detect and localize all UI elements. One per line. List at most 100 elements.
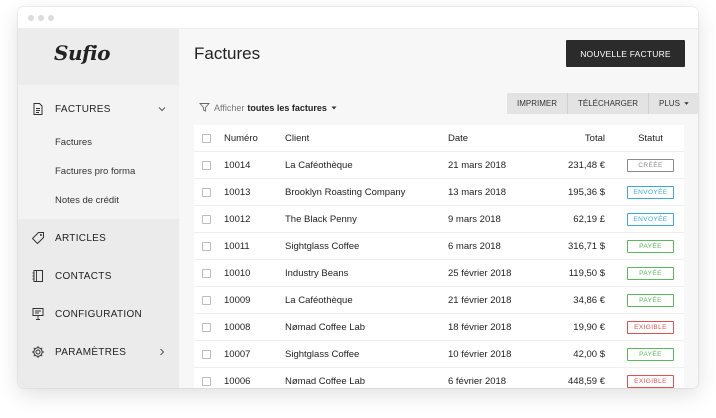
status-badge: EXIGIBLE <box>627 374 674 388</box>
select-all-checkbox[interactable] <box>202 134 211 143</box>
table-row[interactable]: 10014 La Caféothèque 21 mars 2018 231,48 € C… <box>194 152 684 179</box>
invoice-number[interactable]: 10013 <box>224 179 250 206</box>
form-icon <box>32 308 44 320</box>
chevron-right-icon[interactable] <box>157 347 167 357</box>
column-header-client[interactable]: Client <box>285 125 309 152</box>
filter-prefix: Afficher <box>214 102 245 113</box>
submenu-item-factures-pro-forma[interactable]: Factures pro forma <box>55 166 135 177</box>
table-row[interactable]: 10007 Sightglass Coffee 10 février 2018 42,… <box>194 341 684 368</box>
invoice-total: 231,48 € <box>568 160 605 171</box>
invoice-number[interactable]: 10012 <box>224 206 250 233</box>
page-title: Factures <box>194 44 261 63</box>
table-row[interactable]: 10009 La Caféothèque 21 février 2018 34,86 … <box>194 287 684 314</box>
action-button-group: IMPRIMER TÉLÉCHARGER PLUS <box>507 93 698 114</box>
caret-down-icon <box>684 102 689 105</box>
sidebar-item-label: PARAMÈTRES <box>55 346 127 358</box>
row-checkbox[interactable] <box>202 215 211 224</box>
filter-dropdown[interactable]: Afficher toutes les factures <box>199 102 338 113</box>
invoice-date: 10 février 2018 <box>448 349 512 360</box>
invoice-date: 9 mars 2018 <box>448 214 501 225</box>
sidebar: Sufio FACTURES Factures Factures pro for… <box>18 29 179 388</box>
invoice-total: 316,71 $ <box>568 241 605 252</box>
caret-down-icon <box>331 106 337 109</box>
invoice-number[interactable]: 10010 <box>224 260 250 287</box>
invoice-date: 6 février 2018 <box>448 376 507 387</box>
new-invoice-button[interactable]: NOUVELLE FACTURE <box>566 40 685 67</box>
logo[interactable]: Sufio <box>54 41 111 65</box>
status-cell: CRÉÉE <box>627 152 674 179</box>
sidebar-item-parametres[interactable]: PARAMÈTRES <box>18 336 179 368</box>
column-header-total[interactable]: Total <box>585 125 605 152</box>
invoice-total: 62,19 £ <box>573 214 605 225</box>
invoice-number[interactable]: 10007 <box>224 341 250 368</box>
chevron-down-icon[interactable] <box>157 104 167 114</box>
window-dot-icon <box>38 15 44 21</box>
submenu-item-notes-de-credit[interactable]: Notes de crédit <box>55 195 119 206</box>
status-cell: EXIGIBLE <box>627 368 674 388</box>
column-header-status[interactable]: Statut <box>627 125 674 152</box>
download-button[interactable]: TÉLÉCHARGER <box>567 93 649 114</box>
window-titlebar <box>18 7 698 29</box>
invoice-total: 42,00 $ <box>573 349 605 360</box>
invoice-number[interactable]: 10008 <box>224 314 250 341</box>
status-badge: PAYÉE <box>627 266 674 280</box>
row-checkbox[interactable] <box>202 377 211 386</box>
status-badge: PAYÉE <box>627 347 674 361</box>
table-row[interactable]: 10012 The Black Penny 9 mars 2018 62,19 £ EN… <box>194 206 684 233</box>
client-name: The Black Penny <box>285 214 357 225</box>
document-icon <box>33 103 43 115</box>
row-checkbox[interactable] <box>202 296 211 305</box>
table-row[interactable]: 10011 Sightglass Coffee 6 mars 2018 316,71 … <box>194 233 684 260</box>
row-checkbox[interactable] <box>202 242 211 251</box>
sidebar-item-configuration[interactable]: CONFIGURATION <box>18 298 179 330</box>
window-dot-icon <box>28 15 34 21</box>
client-name: Sightglass Coffee <box>285 349 360 360</box>
filter-icon <box>199 103 210 112</box>
invoice-number[interactable]: 10006 <box>224 368 250 388</box>
column-header-number[interactable]: Numéro <box>224 125 258 152</box>
invoice-date: 21 février 2018 <box>448 295 512 306</box>
status-cell: PAYÉE <box>627 341 674 368</box>
sidebar-lower-nav: ARTICLES CONTACTS CONFIGURATION PARAMÈTR… <box>18 219 179 388</box>
sidebar-item-contacts[interactable]: CONTACTS <box>18 260 179 292</box>
more-button[interactable]: PLUS <box>648 93 698 114</box>
submenu-item-factures[interactable]: Factures <box>55 137 92 148</box>
client-name: Industry Beans <box>285 268 349 279</box>
filter-value: toutes les factures <box>247 102 327 113</box>
table-row[interactable]: 10008 Nømad Coffee Lab 18 février 2018 19,9… <box>194 314 684 341</box>
status-badge: CRÉÉE <box>627 158 674 172</box>
table-row[interactable]: 10013 Brooklyn Roasting Company 13 mars 20… <box>194 179 684 206</box>
row-checkbox[interactable] <box>202 188 211 197</box>
invoice-number[interactable]: 10011 <box>224 233 250 260</box>
invoice-total: 195,36 $ <box>568 187 605 198</box>
client-name: Sightglass Coffee <box>285 241 360 252</box>
row-checkbox[interactable] <box>202 161 211 170</box>
client-name: La Caféothèque <box>285 295 353 306</box>
client-name: Nømad Coffee Lab <box>285 376 366 387</box>
invoice-date: 25 février 2018 <box>448 268 512 279</box>
table-header-row: Numéro Client Date Total Statut <box>194 125 684 152</box>
status-badge: EXIGIBLE <box>627 320 674 334</box>
sidebar-item-label: CONFIGURATION <box>55 308 143 320</box>
sidebar-item-factures[interactable]: FACTURES <box>18 93 179 125</box>
invoice-number[interactable]: 10009 <box>224 287 250 314</box>
invoice-date: 13 mars 2018 <box>448 187 507 198</box>
logo-area: Sufio <box>18 29 179 85</box>
row-checkbox[interactable] <box>202 323 211 332</box>
invoice-total: 19,90 € <box>573 322 605 333</box>
sidebar-item-articles[interactable]: ARTICLES <box>18 222 179 254</box>
invoice-total: 448,59 € <box>568 376 605 387</box>
table-row[interactable]: 10006 Nømad Coffee Lab 6 février 2018 448,5… <box>194 368 684 388</box>
row-checkbox[interactable] <box>202 350 211 359</box>
window-dot-icon <box>48 15 54 21</box>
table-row[interactable]: 10010 Industry Beans 25 février 2018 119,50… <box>194 260 684 287</box>
print-button[interactable]: IMPRIMER <box>507 93 567 114</box>
invoice-number[interactable]: 10014 <box>224 152 250 179</box>
gear-icon <box>32 346 44 358</box>
status-badge: ENVOYÉE <box>627 185 674 199</box>
row-checkbox[interactable] <box>202 269 211 278</box>
invoice-total: 119,50 $ <box>568 268 605 279</box>
invoice-date: 6 mars 2018 <box>448 241 501 252</box>
column-header-date[interactable]: Date <box>448 125 468 152</box>
status-badge: PAYÉE <box>627 293 674 307</box>
